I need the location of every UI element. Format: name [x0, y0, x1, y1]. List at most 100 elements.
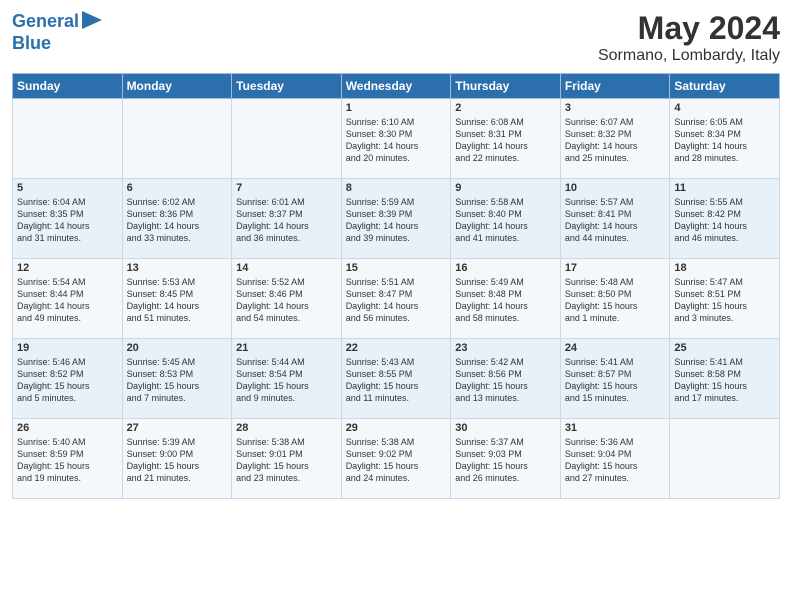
table-row: [232, 99, 342, 179]
table-row: 23 Sunrise: 5:42 AM Sunset: 8:56 PM Dayli…: [451, 339, 561, 419]
table-row: 24 Sunrise: 5:41 AM Sunset: 8:57 PM Dayli…: [560, 339, 670, 419]
day-number: 24: [565, 342, 666, 354]
day-info: Sunrise: 5:37 AM Sunset: 9:03 PM Dayligh…: [455, 436, 556, 485]
day-info: Sunrise: 5:53 AM Sunset: 8:45 PM Dayligh…: [127, 276, 228, 325]
day-info: Sunrise: 5:43 AM Sunset: 8:55 PM Dayligh…: [346, 356, 447, 405]
table-row: 2 Sunrise: 6:08 AM Sunset: 8:31 PM Daylig…: [451, 99, 561, 179]
table-row: [13, 99, 123, 179]
table-row: 10 Sunrise: 5:57 AM Sunset: 8:41 PM Dayli…: [560, 179, 670, 259]
day-number: 16: [455, 262, 556, 274]
col-monday: Monday: [122, 74, 232, 99]
day-info: Sunrise: 5:48 AM Sunset: 8:50 PM Dayligh…: [565, 276, 666, 325]
day-number: 13: [127, 262, 228, 274]
day-number: 7: [236, 182, 337, 194]
day-info: Sunrise: 5:45 AM Sunset: 8:53 PM Dayligh…: [127, 356, 228, 405]
day-info: Sunrise: 5:57 AM Sunset: 8:41 PM Dayligh…: [565, 196, 666, 245]
logo-text: General: [12, 12, 79, 32]
day-number: 14: [236, 262, 337, 274]
day-number: 31: [565, 422, 666, 434]
day-number: 17: [565, 262, 666, 274]
day-info: Sunrise: 6:04 AM Sunset: 8:35 PM Dayligh…: [17, 196, 118, 245]
day-info: Sunrise: 5:44 AM Sunset: 8:54 PM Dayligh…: [236, 356, 337, 405]
col-tuesday: Tuesday: [232, 74, 342, 99]
day-number: 9: [455, 182, 556, 194]
table-row: 27 Sunrise: 5:39 AM Sunset: 9:00 PM Dayli…: [122, 419, 232, 499]
day-info: Sunrise: 5:59 AM Sunset: 8:39 PM Dayligh…: [346, 196, 447, 245]
calendar-week-row: 26 Sunrise: 5:40 AM Sunset: 8:59 PM Dayli…: [13, 419, 780, 499]
table-row: 17 Sunrise: 5:48 AM Sunset: 8:50 PM Dayli…: [560, 259, 670, 339]
day-info: Sunrise: 5:54 AM Sunset: 8:44 PM Dayligh…: [17, 276, 118, 325]
day-info: Sunrise: 6:07 AM Sunset: 8:32 PM Dayligh…: [565, 116, 666, 165]
day-info: Sunrise: 5:52 AM Sunset: 8:46 PM Dayligh…: [236, 276, 337, 325]
day-number: 22: [346, 342, 447, 354]
header: General Blue May 2024 Sormano, Lombardy,…: [12, 10, 780, 65]
day-number: 26: [17, 422, 118, 434]
day-info: Sunrise: 5:55 AM Sunset: 8:42 PM Dayligh…: [674, 196, 775, 245]
table-row: 30 Sunrise: 5:37 AM Sunset: 9:03 PM Dayli…: [451, 419, 561, 499]
title-block: May 2024 Sormano, Lombardy, Italy: [598, 10, 780, 65]
calendar-week-row: 5 Sunrise: 6:04 AM Sunset: 8:35 PM Daylig…: [13, 179, 780, 259]
day-number: 23: [455, 342, 556, 354]
day-number: 3: [565, 102, 666, 114]
table-row: 5 Sunrise: 6:04 AM Sunset: 8:35 PM Daylig…: [13, 179, 123, 259]
table-row: 12Sunrise: 5:54 AM Sunset: 8:44 PM Dayli…: [13, 259, 123, 339]
day-number: 25: [674, 342, 775, 354]
day-info: Sunrise: 5:41 AM Sunset: 8:57 PM Dayligh…: [565, 356, 666, 405]
table-row: 1Sunrise: 6:10 AM Sunset: 8:30 PM Daylig…: [341, 99, 451, 179]
day-number: 21: [236, 342, 337, 354]
table-row: 3 Sunrise: 6:07 AM Sunset: 8:32 PM Daylig…: [560, 99, 670, 179]
logo: General Blue: [12, 10, 102, 54]
calendar-week-row: 12Sunrise: 5:54 AM Sunset: 8:44 PM Dayli…: [13, 259, 780, 339]
day-number: 20: [127, 342, 228, 354]
day-info: Sunrise: 5:36 AM Sunset: 9:04 PM Dayligh…: [565, 436, 666, 485]
day-info: Sunrise: 6:01 AM Sunset: 8:37 PM Dayligh…: [236, 196, 337, 245]
day-info: Sunrise: 5:42 AM Sunset: 8:56 PM Dayligh…: [455, 356, 556, 405]
day-number: 18: [674, 262, 775, 274]
day-info: Sunrise: 5:49 AM Sunset: 8:48 PM Dayligh…: [455, 276, 556, 325]
table-row: 19 Sunrise: 5:46 AM Sunset: 8:52 PM Dayli…: [13, 339, 123, 419]
calendar-week-row: 1Sunrise: 6:10 AM Sunset: 8:30 PM Daylig…: [13, 99, 780, 179]
day-info: Sunrise: 6:05 AM Sunset: 8:34 PM Dayligh…: [674, 116, 775, 165]
day-info: Sunrise: 5:40 AM Sunset: 8:59 PM Dayligh…: [17, 436, 118, 485]
day-number: 10: [565, 182, 666, 194]
day-info: Sunrise: 6:02 AM Sunset: 8:36 PM Dayligh…: [127, 196, 228, 245]
table-row: 25 Sunrise: 5:41 AM Sunset: 8:58 PM Dayli…: [670, 339, 780, 419]
col-saturday: Saturday: [670, 74, 780, 99]
day-number: 5: [17, 182, 118, 194]
day-number: 27: [127, 422, 228, 434]
table-row: 29Sunrise: 5:38 AM Sunset: 9:02 PM Dayli…: [341, 419, 451, 499]
day-number: 8: [346, 182, 447, 194]
table-row: 8 Sunrise: 5:59 AM Sunset: 8:39 PM Daylig…: [341, 179, 451, 259]
table-row: 18Sunrise: 5:47 AM Sunset: 8:51 PM Dayli…: [670, 259, 780, 339]
table-row: 7 Sunrise: 6:01 AM Sunset: 8:37 PM Daylig…: [232, 179, 342, 259]
table-row: 28 Sunrise: 5:38 AM Sunset: 9:01 PM Dayli…: [232, 419, 342, 499]
day-info: Sunrise: 5:38 AM Sunset: 9:01 PM Dayligh…: [236, 436, 337, 485]
table-row: [122, 99, 232, 179]
day-info: Sunrise: 5:46 AM Sunset: 8:52 PM Dayligh…: [17, 356, 118, 405]
table-row: 31 Sunrise: 5:36 AM Sunset: 9:04 PM Dayli…: [560, 419, 670, 499]
calendar-week-row: 19 Sunrise: 5:46 AM Sunset: 8:52 PM Dayli…: [13, 339, 780, 419]
day-info: Sunrise: 5:39 AM Sunset: 9:00 PM Dayligh…: [127, 436, 228, 485]
page-container: General Blue May 2024 Sormano, Lombardy,…: [0, 0, 792, 507]
table-row: 9Sunrise: 5:58 AM Sunset: 8:40 PM Daylig…: [451, 179, 561, 259]
calendar-table: Sunday Monday Tuesday Wednesday Thursday…: [12, 73, 780, 499]
day-number: 4: [674, 102, 775, 114]
table-row: 21 Sunrise: 5:44 AM Sunset: 8:54 PM Dayli…: [232, 339, 342, 419]
col-sunday: Sunday: [13, 74, 123, 99]
day-info: Sunrise: 6:08 AM Sunset: 8:31 PM Dayligh…: [455, 116, 556, 165]
day-number: 28: [236, 422, 337, 434]
table-row: 4 Sunrise: 6:05 AM Sunset: 8:34 PM Daylig…: [670, 99, 780, 179]
day-number: 2: [455, 102, 556, 114]
calendar-subtitle: Sormano, Lombardy, Italy: [598, 47, 780, 65]
day-info: Sunrise: 5:41 AM Sunset: 8:58 PM Dayligh…: [674, 356, 775, 405]
day-number: 30: [455, 422, 556, 434]
day-number: 19: [17, 342, 118, 354]
table-row: 14 Sunrise: 5:52 AM Sunset: 8:46 PM Dayli…: [232, 259, 342, 339]
table-row: 15Sunrise: 5:51 AM Sunset: 8:47 PM Dayli…: [341, 259, 451, 339]
day-number: 1: [346, 102, 447, 114]
col-thursday: Thursday: [451, 74, 561, 99]
day-info: Sunrise: 5:51 AM Sunset: 8:47 PM Dayligh…: [346, 276, 447, 325]
logo-text2: Blue: [12, 34, 51, 54]
day-number: 29: [346, 422, 447, 434]
table-row: 11Sunrise: 5:55 AM Sunset: 8:42 PM Dayli…: [670, 179, 780, 259]
